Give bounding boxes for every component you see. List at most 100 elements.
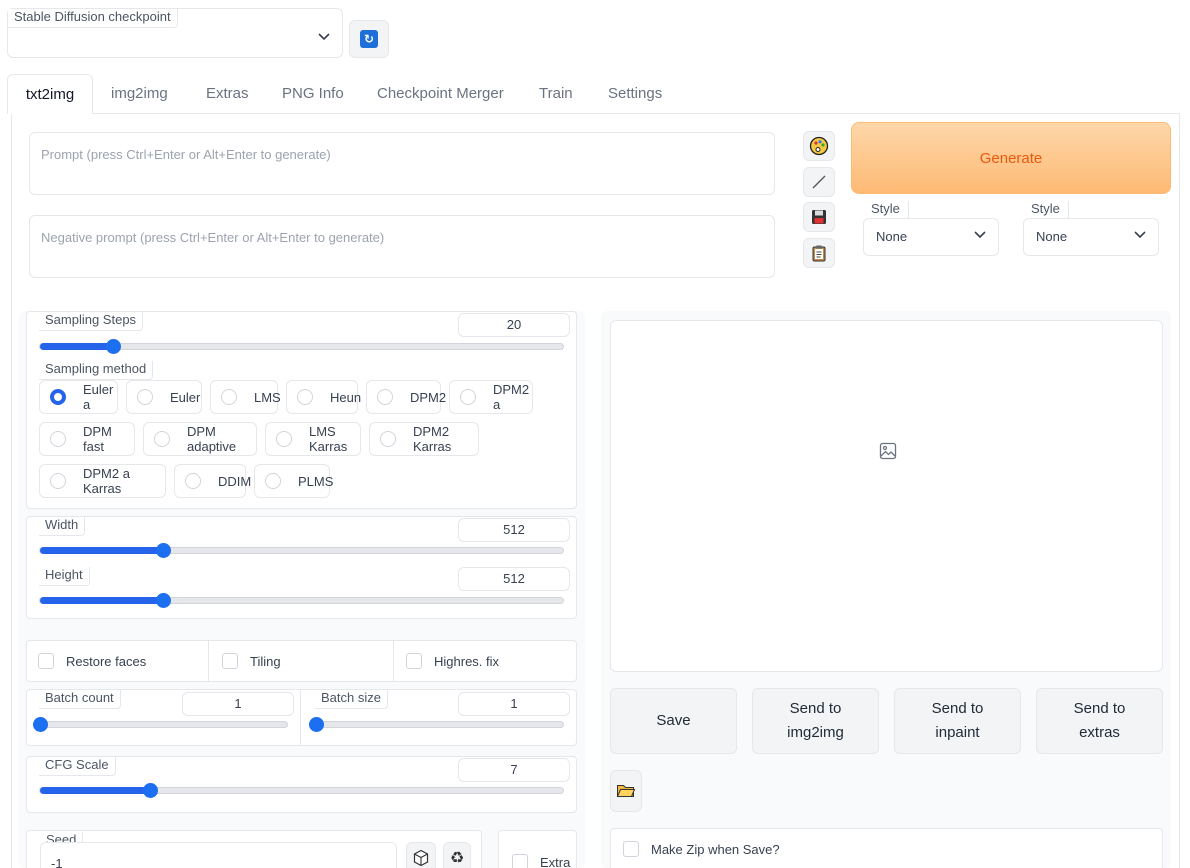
- width-input[interactable]: 512: [458, 518, 570, 542]
- tab-txt2img[interactable]: txt2img: [7, 74, 93, 114]
- cfg-scale-label: CFG Scale: [39, 757, 116, 776]
- sampling-method-option-label: DPM fast: [83, 424, 112, 454]
- make-zip-checkbox[interactable]: Make Zip when Save?: [623, 841, 780, 857]
- interrogate-button[interactable]: [803, 131, 835, 161]
- batch-count-input[interactable]: 1: [182, 692, 294, 716]
- sampling-method-option[interactable]: Heun: [286, 380, 361, 414]
- width-slider[interactable]: [39, 543, 564, 558]
- sampling-method-option[interactable]: DPM fast: [39, 422, 135, 456]
- divider: [300, 690, 301, 745]
- tab-checkpoint-merger[interactable]: Checkpoint Merger: [359, 74, 522, 114]
- highres-fix-checkbox[interactable]: Highres. fix: [406, 653, 499, 669]
- sampling-method-option[interactable]: DDIM: [174, 464, 251, 498]
- tab-png-info[interactable]: PNG Info: [264, 74, 362, 114]
- reuse-seed-button[interactable]: ♻: [443, 842, 471, 868]
- palette-icon: [809, 136, 829, 156]
- tab-train[interactable]: Train: [521, 74, 591, 114]
- send-to-img2img-button[interactable]: Send to img2img: [752, 688, 879, 754]
- sampling-method-label: Sampling method: [39, 361, 154, 380]
- slider-thumb[interactable]: [143, 783, 158, 798]
- apply-style-button[interactable]: [803, 238, 835, 268]
- tab-extras[interactable]: Extras: [188, 74, 267, 114]
- radio-circle[interactable]: [380, 431, 396, 447]
- sampling-method-option[interactable]: LMS Karras: [265, 422, 361, 456]
- prompt-input[interactable]: Prompt (press Ctrl+Enter or Alt+Enter to…: [29, 132, 775, 195]
- sampling-method-option[interactable]: DPM2 a Karras: [39, 464, 166, 498]
- checkpoint-dropdown[interactable]: Stable Diffusion checkpoint: [7, 8, 343, 58]
- checkbox-box[interactable]: [406, 653, 422, 669]
- height-input[interactable]: 512: [458, 567, 570, 591]
- sampling-method-option[interactable]: Euler: [126, 380, 202, 414]
- slider-thumb[interactable]: [106, 339, 121, 354]
- checkbox-box[interactable]: [512, 854, 528, 868]
- sampling-method-option[interactable]: DPM2 Karras: [369, 422, 479, 456]
- radio-circle[interactable]: [50, 389, 66, 405]
- refresh-checkpoint-button[interactable]: ↻: [349, 20, 389, 58]
- checkbox-box[interactable]: [222, 653, 238, 669]
- output-gallery[interactable]: [610, 320, 1163, 672]
- tiling-checkbox[interactable]: Tiling: [222, 653, 281, 669]
- sampling-method-option-label: DPM2 a: [493, 382, 530, 412]
- radio-circle[interactable]: [185, 473, 201, 489]
- batch-size-slider[interactable]: [309, 717, 564, 732]
- tab-panel-border-left: [11, 113, 12, 868]
- slider-thumb[interactable]: [156, 543, 171, 558]
- radio-circle[interactable]: [50, 431, 66, 447]
- sampling-method-option[interactable]: DPM2 a: [449, 380, 533, 414]
- sampling-method-option[interactable]: PLMS: [254, 464, 333, 498]
- radio-circle[interactable]: [154, 431, 170, 447]
- radio-circle[interactable]: [50, 473, 66, 489]
- height-slider[interactable]: [39, 593, 564, 608]
- recycle-icon: ♻: [449, 850, 465, 867]
- open-folder-button[interactable]: [610, 770, 642, 812]
- slash-icon: [812, 175, 826, 189]
- send-to-extras-button[interactable]: Send to extras: [1036, 688, 1163, 754]
- radio-circle[interactable]: [297, 389, 313, 405]
- tiling-label: Tiling: [250, 653, 281, 669]
- divider: [393, 641, 394, 681]
- sampling-method-option[interactable]: LMS: [210, 380, 281, 414]
- save-style-button[interactable]: [803, 202, 835, 232]
- random-seed-button[interactable]: [406, 842, 436, 868]
- highres-fix-label: Highres. fix: [434, 653, 500, 669]
- extra-seed-checkbox[interactable]: Extra: [512, 854, 570, 868]
- cfg-scale-input[interactable]: 7: [458, 758, 570, 782]
- seed-input[interactable]: -1: [40, 842, 397, 868]
- cfg-scale-slider[interactable]: [39, 783, 564, 798]
- radio-circle[interactable]: [276, 431, 292, 447]
- tab-img2img[interactable]: img2img: [93, 74, 186, 114]
- slider-thumb[interactable]: [309, 717, 324, 732]
- tab-settings[interactable]: Settings: [590, 74, 680, 114]
- sampling-steps-input[interactable]: 20: [458, 313, 570, 337]
- sampling-steps-slider[interactable]: [39, 339, 564, 354]
- negative-prompt-input[interactable]: Negative prompt (press Ctrl+Enter or Alt…: [29, 215, 775, 278]
- make-zip-label: Make Zip when Save?: [651, 841, 780, 857]
- radio-circle[interactable]: [137, 389, 153, 405]
- checkbox-box[interactable]: [623, 841, 639, 857]
- save-button[interactable]: Save: [610, 688, 737, 754]
- sampling-method-option-label: DPM2: [410, 389, 447, 405]
- sampling-method-option[interactable]: DPM2: [366, 380, 446, 414]
- batch-count-slider[interactable]: [33, 717, 288, 732]
- batch-size-input[interactable]: 1: [458, 692, 570, 716]
- slider-thumb[interactable]: [156, 593, 171, 608]
- send-to-inpaint-button[interactable]: Send to inpaint: [894, 688, 1021, 754]
- height-label: Height: [39, 567, 90, 586]
- restore-faces-checkbox[interactable]: Restore faces: [38, 653, 146, 669]
- folder-icon: [616, 785, 636, 797]
- slider-thumb[interactable]: [33, 717, 48, 732]
- checkpoint-label: Stable Diffusion checkpoint: [8, 9, 178, 28]
- sampling-method-option[interactable]: Euler a: [39, 380, 118, 414]
- restore-faces-label: Restore faces: [66, 653, 147, 669]
- slider-fill: [40, 597, 163, 604]
- checkbox-box[interactable]: [38, 653, 54, 669]
- batch-count-label: Batch count: [39, 690, 121, 709]
- radio-circle[interactable]: [221, 389, 237, 405]
- clear-prompt-button[interactable]: [803, 167, 835, 197]
- radio-circle[interactable]: [265, 473, 281, 489]
- tab-panel-border-right: [1179, 113, 1180, 868]
- sampling-method-option[interactable]: DPM adaptive: [143, 422, 257, 456]
- generate-button[interactable]: Generate: [851, 122, 1171, 194]
- radio-circle[interactable]: [460, 389, 476, 405]
- radio-circle[interactable]: [377, 389, 393, 405]
